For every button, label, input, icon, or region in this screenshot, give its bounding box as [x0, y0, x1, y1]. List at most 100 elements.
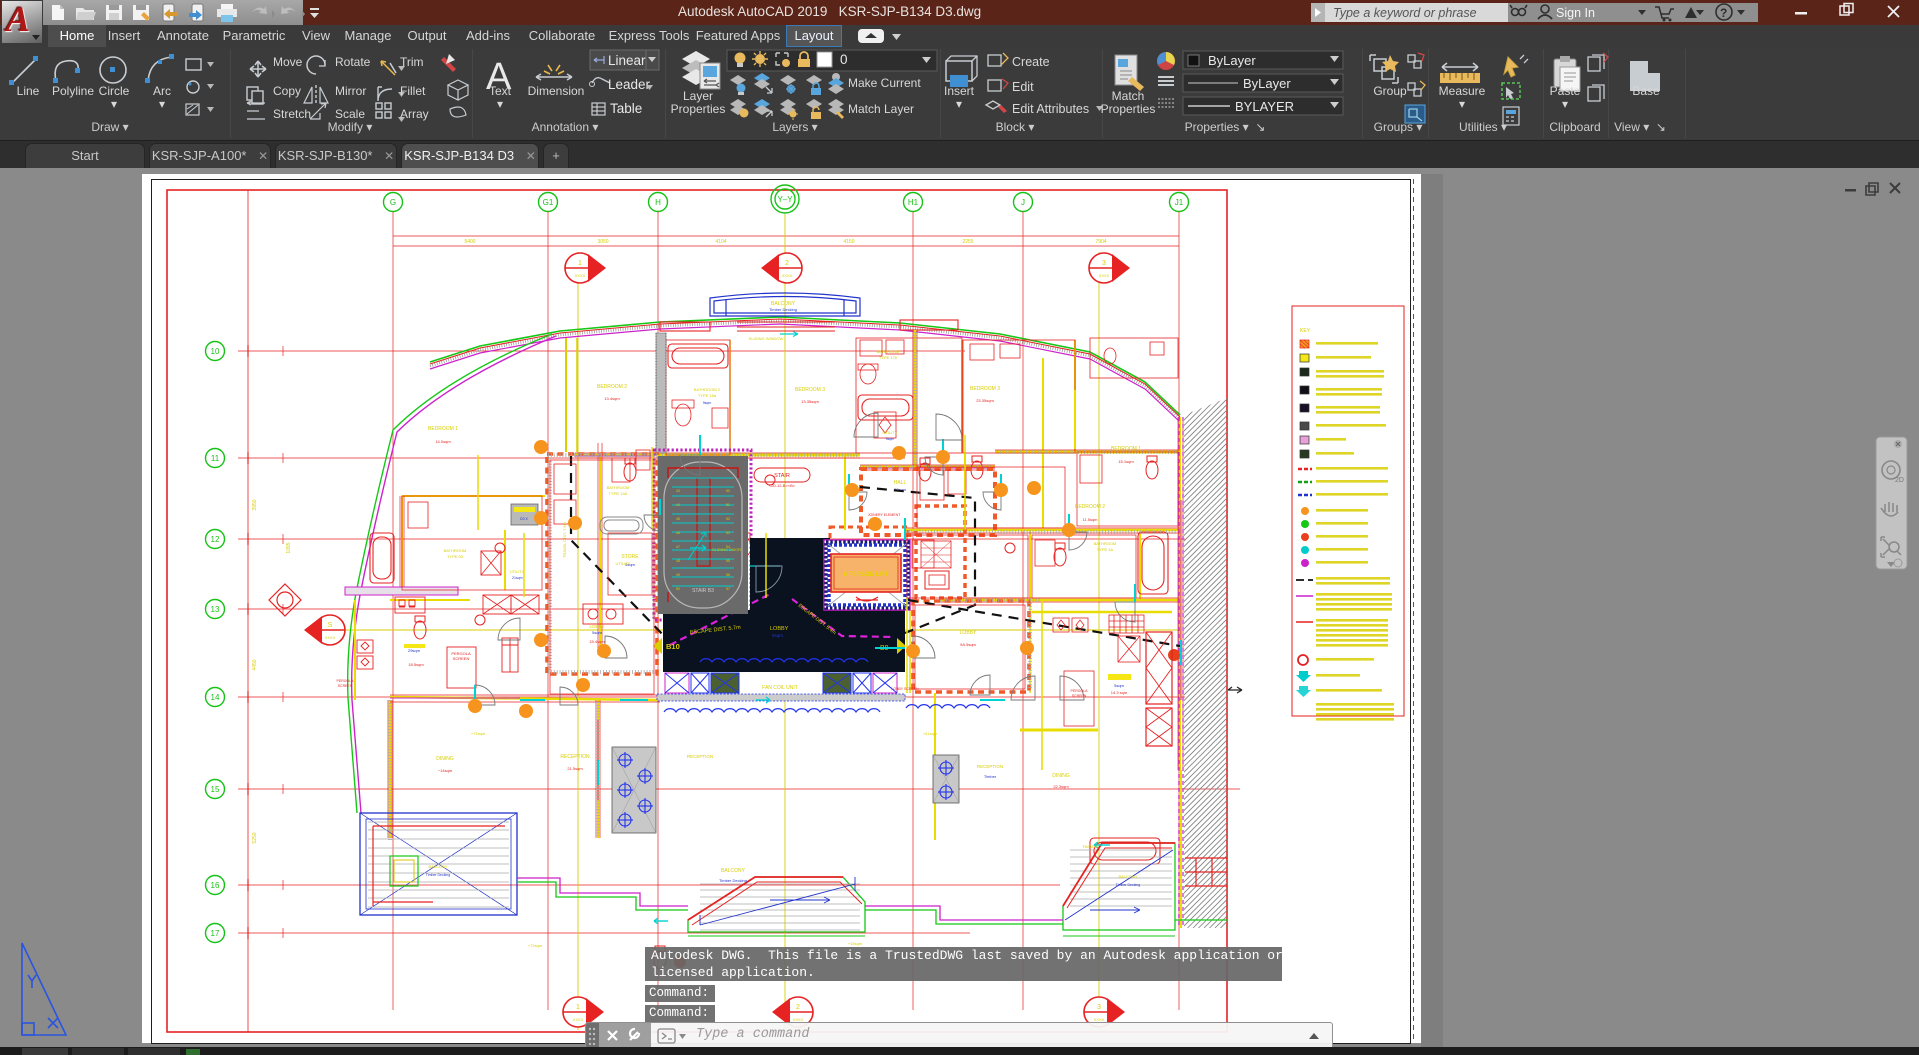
svg-text:14.3 sqm: 14.3 sqm: [1111, 690, 1128, 695]
svg-text:7904: 7904: [1095, 239, 1106, 245]
svg-text:5sqm: 5sqm: [592, 630, 602, 635]
svg-text:9sqm: 9sqm: [703, 401, 712, 405]
svg-text:RECEPTION: RECEPTION: [977, 764, 1003, 769]
svg-text:D3 X: D3 X: [520, 517, 528, 521]
svg-text:3050: 3050: [597, 239, 608, 245]
svg-text:57: 57: [726, 587, 730, 591]
svg-text:2: 2: [796, 1004, 800, 1011]
svg-text:44: 44: [676, 503, 680, 507]
svg-text:SCREEN: SCREEN: [453, 656, 470, 661]
svg-text:4150: 4150: [843, 239, 854, 245]
svg-text:Table: Table: [610, 101, 642, 116]
svg-text:Timber Decking: Timber Decking: [426, 873, 450, 877]
svg-text:13.35sqm: 13.35sqm: [801, 399, 819, 404]
svg-text:Edit Attributes: Edit Attributes: [1012, 102, 1089, 116]
svg-text:48: 48: [676, 559, 680, 563]
svg-text:BATHROOM: BATHROOM: [877, 349, 900, 354]
svg-text:BALCONY: BALCONY: [721, 868, 746, 874]
svg-text:21sqm: 21sqm: [512, 576, 523, 580]
svg-text:12: 12: [211, 535, 220, 544]
svg-text:Linear: Linear: [608, 53, 646, 68]
svg-text:22.3sqm: 22.3sqm: [1053, 784, 1069, 789]
svg-text:XXXX: XXXX: [575, 273, 586, 278]
svg-text:JOINERY ELEMENT: JOINERY ELEMENT: [868, 513, 901, 517]
svg-text:TYPE 18a: TYPE 18a: [698, 393, 717, 398]
svg-text:9sqm: 9sqm: [772, 633, 783, 638]
svg-text:SCREEN: SCREEN: [1072, 694, 1087, 698]
svg-text:XXXX: XXXX: [1099, 273, 1110, 278]
svg-text:KEY: KEY: [1300, 328, 1311, 334]
svg-text:G: G: [390, 198, 396, 207]
svg-text:ByLayer: ByLayer: [1208, 53, 1256, 68]
svg-text:Sign In: Sign In: [1556, 6, 1595, 20]
svg-text:BATHROOM: BATHROOM: [1094, 541, 1117, 546]
svg-text:55: 55: [726, 559, 730, 563]
svg-text:TIMBER: TIMBER: [1082, 844, 1097, 849]
svg-text:17: 17: [211, 929, 220, 938]
svg-text:16: 16: [211, 881, 220, 890]
svg-text:STORE: STORE: [621, 554, 639, 560]
svg-text:BATHROOM: BATHROOM: [444, 548, 467, 553]
svg-text:53: 53: [726, 531, 730, 535]
svg-text:J: J: [1021, 198, 1025, 207]
svg-text:LOBBY SCREEN: LOBBY SCREEN: [891, 687, 919, 691]
svg-text:1095: 1095: [286, 542, 292, 553]
svg-text:B10: B10: [666, 642, 680, 651]
svg-text:TYPE 14A: TYPE 14A: [609, 491, 628, 496]
svg-text:3: 3: [1102, 260, 1106, 267]
svg-text:~14sqm: ~14sqm: [438, 768, 453, 773]
svg-text:6 PERSON LIFT: 6 PERSON LIFT: [844, 572, 889, 578]
svg-text:49: 49: [676, 573, 680, 577]
svg-text:UTILITY: UTILITY: [616, 561, 631, 566]
svg-text:SLIDING DOOR: SLIDING DOOR: [712, 547, 741, 552]
svg-text:DINING: DINING: [436, 756, 454, 762]
svg-text:BALCONY: BALCONY: [1118, 874, 1137, 879]
svg-text:PERGOLA: PERGOLA: [1071, 689, 1089, 693]
svg-text:13: 13: [211, 605, 220, 614]
svg-text:3: 3: [1097, 1004, 1101, 1011]
svg-text:52: 52: [726, 517, 730, 521]
svg-text:TYPE 4A: TYPE 4A: [1097, 547, 1114, 552]
svg-text:1: 1: [576, 1004, 580, 1011]
svg-text:Timber Decking: Timber Decking: [719, 878, 747, 883]
svg-text:+72sqm: +72sqm: [471, 731, 486, 736]
svg-text:BATHROOM: BATHROOM: [607, 485, 630, 490]
svg-text:J1: J1: [1175, 198, 1184, 207]
svg-text:XXXX: XXXX: [325, 635, 336, 640]
svg-text:4104: 4104: [715, 239, 726, 245]
svg-text:21.5sqm: 21.5sqm: [567, 766, 583, 771]
svg-text:TYPE 17b: TYPE 17b: [879, 355, 898, 360]
svg-text:RECEPTION: RECEPTION: [560, 754, 590, 760]
svg-text:BALCONY: BALCONY: [428, 864, 447, 869]
svg-text:<20-12-B><B>: <20-12-B><B>: [769, 483, 796, 488]
svg-text:Edit: Edit: [1012, 80, 1034, 94]
svg-text:+72sqm: +72sqm: [528, 943, 543, 948]
svg-text:Timber: Timber: [984, 774, 997, 779]
svg-text:BEDROOM 3: BEDROOM 3: [795, 387, 825, 393]
svg-text:HALL: HALL: [894, 480, 907, 486]
svg-text:5sqm: 5sqm: [1114, 683, 1124, 688]
svg-text:23.35sqm: 23.35sqm: [976, 398, 994, 403]
svg-text:46: 46: [676, 531, 680, 535]
svg-text:9sqm: 9sqm: [886, 437, 895, 441]
svg-text:Type a keyword or phrase: Type a keyword or phrase: [1333, 6, 1477, 20]
svg-text:BATHROOM 2: BATHROOM 2: [694, 387, 721, 392]
svg-text:+15sqm: +15sqm: [848, 941, 863, 946]
svg-text:Match Layer: Match Layer: [848, 102, 914, 116]
svg-text:RECEPTION: RECEPTION: [687, 754, 713, 759]
svg-text:BEDROOM 1: BEDROOM 1: [1111, 446, 1141, 452]
svg-text:2D: 2D: [1895, 477, 1904, 484]
svg-text:43: 43: [676, 489, 680, 493]
svg-text:BEDROOM 1: BEDROOM 1: [428, 426, 458, 432]
svg-text:H: H: [655, 198, 661, 207]
svg-text:LOBBY: LOBBY: [960, 630, 977, 636]
svg-text:XXXX: XXXX: [573, 1017, 584, 1022]
svg-text:BYLAYER: BYLAYER: [1235, 99, 1294, 114]
svg-text:9A.5sqm: 9A.5sqm: [960, 642, 976, 647]
svg-text:LOBBY: LOBBY: [770, 626, 789, 632]
svg-text:+41sqm: +41sqm: [923, 731, 938, 736]
svg-text:50: 50: [726, 489, 730, 493]
svg-text:?: ?: [1720, 6, 1727, 20]
svg-text:STAIR: STAIR: [774, 473, 790, 479]
svg-text:15.4sqm: 15.4sqm: [589, 639, 605, 644]
